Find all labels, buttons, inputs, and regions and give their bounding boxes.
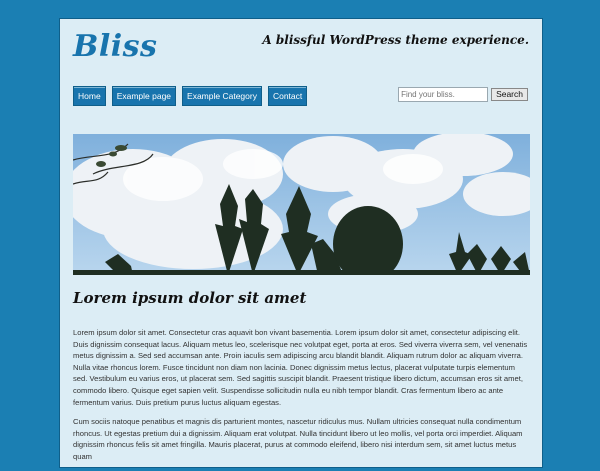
search-input[interactable] xyxy=(398,87,489,102)
main-nav: Home Example page Example Category Conta… xyxy=(73,86,308,106)
header-image xyxy=(73,134,530,275)
page-container: Bliss A blissful WordPress theme experie… xyxy=(59,18,543,468)
nav-item-home[interactable]: Home xyxy=(73,86,106,106)
post-content: Lorem ipsum dolor sit amet. Consectetur … xyxy=(73,327,530,471)
post-title[interactable]: Lorem ipsum dolor sit amet xyxy=(73,289,306,307)
post-paragraph: Cum sociis natoque penatibus et magnis d… xyxy=(73,417,523,461)
nav-item-contact[interactable]: Contact xyxy=(267,86,308,106)
nav-item-example-category[interactable]: Example Category xyxy=(182,86,262,106)
search-form: Search xyxy=(398,87,528,102)
post-paragraph: Lorem ipsum dolor sit amet. Consectetur … xyxy=(73,328,528,407)
site-title[interactable]: Bliss xyxy=(73,29,157,64)
search-button[interactable]: Search xyxy=(491,88,528,101)
nav-item-example-page[interactable]: Example page xyxy=(111,86,177,106)
site-tagline: A blissful WordPress theme experience. xyxy=(262,33,529,47)
sky-trees-image xyxy=(73,134,530,275)
